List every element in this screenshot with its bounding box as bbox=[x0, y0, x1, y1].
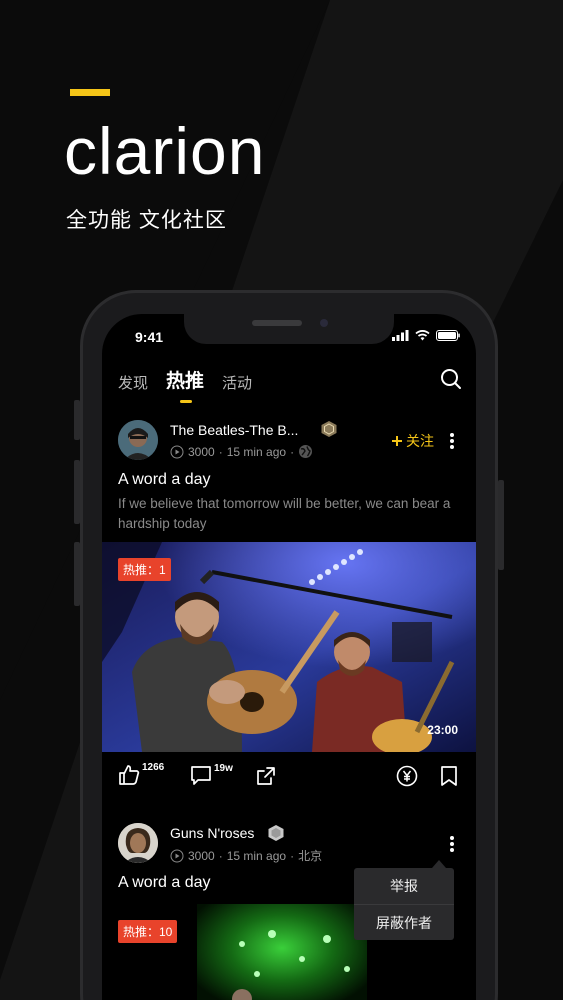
separator-dot: · bbox=[290, 444, 295, 459]
more-menu: 举报 屏蔽作者 bbox=[354, 868, 454, 940]
hot-tag: 热推：1 bbox=[118, 558, 171, 581]
brand-title: clarion bbox=[64, 114, 266, 188]
phone-screen: 9:41 发现 热推 活动 The Beatles-The B... 3000 … bbox=[102, 314, 476, 1000]
post-actions: 1266 19w bbox=[102, 762, 476, 792]
more-icon[interactable] bbox=[450, 433, 454, 449]
post-meta: 3000 · 15 min ago · bbox=[170, 444, 313, 459]
post-username[interactable]: Guns N'roses bbox=[170, 825, 254, 841]
share-icon[interactable] bbox=[256, 766, 276, 786]
separator-dot: · bbox=[218, 848, 223, 863]
brand-tagline: 全功能 文化社区 bbox=[66, 209, 227, 232]
side-button-volume-down bbox=[74, 542, 80, 606]
reward-icon[interactable] bbox=[396, 765, 418, 787]
level-badge-icon bbox=[268, 825, 284, 841]
wifi-icon bbox=[415, 330, 430, 341]
battery-icon bbox=[436, 330, 460, 341]
post-username[interactable]: The Beatles-The B... bbox=[170, 422, 298, 438]
post-meta: 3000 · 15 min ago · 北京 bbox=[170, 847, 322, 864]
play-icon bbox=[170, 445, 184, 458]
plus-icon bbox=[392, 436, 402, 446]
search-icon[interactable] bbox=[440, 368, 462, 390]
front-camera bbox=[320, 319, 328, 327]
comment-button[interactable]: 19w bbox=[190, 763, 233, 785]
side-button-volume-up bbox=[74, 460, 80, 524]
tab-hot[interactable]: 热推 bbox=[166, 366, 204, 403]
post-title[interactable]: A word a day bbox=[118, 874, 211, 892]
video-duration: 23:00 bbox=[427, 723, 458, 737]
avatar[interactable] bbox=[118, 823, 158, 863]
avatar-image bbox=[118, 420, 158, 460]
more-icon[interactable] bbox=[450, 836, 454, 852]
signal-icon bbox=[392, 330, 409, 341]
status-time: 9:41 bbox=[135, 329, 164, 345]
separator-dot: · bbox=[290, 848, 295, 863]
bookmark-icon[interactable] bbox=[440, 765, 458, 787]
time-ago: 15 min ago bbox=[226, 848, 287, 863]
video-thumbnail[interactable]: 热推：1 23:00 bbox=[102, 542, 476, 752]
follow-label: 关注 bbox=[406, 433, 434, 449]
like-button[interactable]: 1266 bbox=[118, 762, 165, 786]
post-title[interactable]: A word a day bbox=[118, 471, 211, 489]
comment-count: 19w bbox=[214, 763, 233, 774]
menu-item-block-author[interactable]: 屏蔽作者 bbox=[354, 904, 454, 940]
like-count: 1266 bbox=[142, 762, 165, 773]
follow-button[interactable]: 关注 bbox=[391, 431, 434, 451]
menu-item-report[interactable]: 举报 bbox=[354, 868, 454, 904]
side-button-power bbox=[498, 480, 504, 570]
avatar[interactable] bbox=[118, 420, 158, 460]
notch bbox=[184, 314, 394, 344]
time-ago: 15 min ago bbox=[226, 444, 287, 459]
avatar-image bbox=[118, 823, 158, 863]
tab-activities[interactable]: 活动 bbox=[222, 372, 252, 393]
popup-caret bbox=[432, 860, 446, 868]
status-icons bbox=[392, 330, 460, 341]
globe-icon bbox=[299, 445, 313, 458]
level-badge-icon bbox=[321, 421, 337, 437]
hot-tag: 热推：10 bbox=[118, 920, 178, 943]
tab-bar: 发现 热推 活动 bbox=[118, 366, 252, 403]
side-button-mute bbox=[74, 400, 80, 440]
separator-dot: · bbox=[218, 444, 223, 459]
speaker bbox=[252, 320, 302, 326]
play-icon bbox=[170, 849, 184, 862]
location: 北京 bbox=[298, 849, 323, 863]
post-description: If we believe that tomorrow will be bett… bbox=[118, 496, 451, 531]
like-icon bbox=[119, 765, 140, 785]
play-count: 3000 bbox=[188, 444, 215, 459]
play-count: 3000 bbox=[188, 848, 215, 863]
tab-discover[interactable]: 发现 bbox=[118, 372, 148, 393]
comment-icon bbox=[191, 766, 211, 785]
accent-bar bbox=[70, 89, 110, 96]
